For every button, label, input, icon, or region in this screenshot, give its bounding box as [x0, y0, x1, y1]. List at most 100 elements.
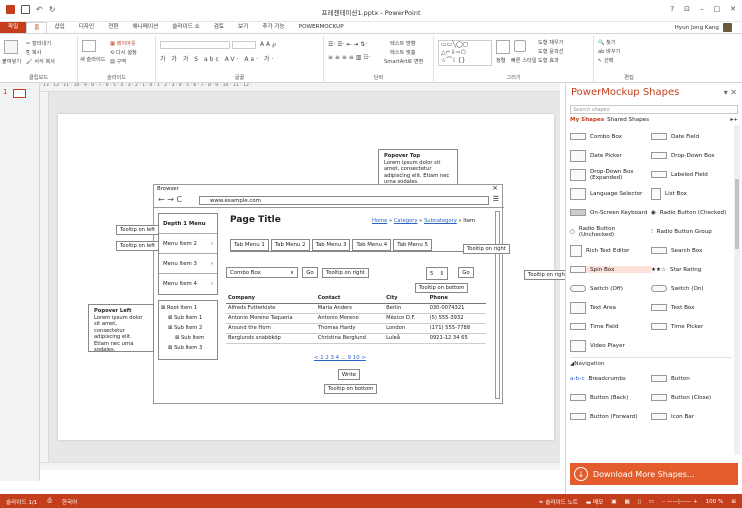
spellcheck-icon[interactable]: ⎙: [47, 498, 51, 506]
shape-button-close[interactable]: Button (Close): [651, 394, 732, 401]
shape-search-box[interactable]: Search Box: [651, 247, 732, 254]
tab-slideshow[interactable]: 슬라이드 쇼: [165, 22, 207, 33]
pagination[interactable]: < 1 2 3 4 ... 9 10 >: [314, 355, 366, 361]
user-account[interactable]: Hyun Jong Kang: [675, 23, 732, 32]
tab-shared-shapes[interactable]: Shared Shapes: [607, 117, 649, 123]
shape-radio-unchecked[interactable]: ○ Radio Button (Unchecked): [570, 226, 651, 238]
tab-insert[interactable]: 삽입: [47, 22, 71, 33]
font-size-select[interactable]: [232, 41, 256, 49]
shape-spin-box[interactable]: Spin Box: [570, 266, 651, 273]
address-bar[interactable]: www.example.com: [199, 196, 489, 205]
paste-icon[interactable]: [4, 40, 18, 54]
tab-menu-4[interactable]: Tab Menu 4: [352, 239, 392, 251]
shape-combo-box[interactable]: Combo Box: [570, 133, 651, 140]
section-button[interactable]: ▤ 구역: [110, 58, 126, 65]
maximize-button[interactable]: □: [714, 5, 721, 13]
shape-switch-off[interactable]: Switch (Off): [570, 285, 651, 292]
shape-time-field[interactable]: Time Field: [570, 323, 651, 330]
browser-nav-icons[interactable]: ← → C: [158, 195, 182, 204]
tab-file[interactable]: 파일: [0, 22, 27, 33]
find-button[interactable]: 🔍 찾기: [598, 39, 616, 46]
download-more-button[interactable]: ↓ Download More Shapes...: [570, 463, 738, 485]
shape-time-picker[interactable]: Time Picker: [651, 323, 732, 330]
menu-icon[interactable]: ☰: [493, 195, 499, 203]
close-button[interactable]: ✕: [730, 5, 736, 13]
breadcrumb-home[interactable]: Home: [372, 218, 387, 224]
shape-dropdown-expanded[interactable]: Drop-Down Box (Expanded): [570, 168, 651, 181]
shape-breadcrumbs[interactable]: a›b›c Breadcrumbs: [570, 376, 651, 382]
menu-item-2[interactable]: Menu Item 2 ›: [159, 234, 217, 254]
browser-scrollbar[interactable]: [495, 211, 500, 399]
help-icon[interactable]: ?: [670, 5, 674, 13]
reset-button[interactable]: ⟲ 다시 설정: [110, 49, 137, 56]
fit-slide-icon[interactable]: ⊞: [731, 499, 736, 505]
tab-addins[interactable]: 추가 기능: [255, 22, 291, 33]
go-button-2[interactable]: Go: [458, 267, 474, 278]
shape-outline-button[interactable]: 도형 윤곽선: [538, 48, 564, 55]
shapes-gallery[interactable]: ▭▭╲◯▢ △⌐⇩⇨⬠ ☆⌒☾{}: [438, 40, 492, 66]
slide[interactable]: Popover Top Lorem ipsum dolor sit amet, …: [58, 114, 571, 440]
text-direction-button[interactable]: 텍스트 방향: [390, 40, 416, 47]
tree-sub3[interactable]: ⊠ Sub Item 3: [161, 343, 215, 353]
minimize-button[interactable]: –: [700, 5, 704, 13]
copy-button[interactable]: ⎘ 복사: [26, 49, 41, 57]
shape-star-rating[interactable]: ★★☆ Star Rating: [651, 267, 732, 273]
font-name-select[interactable]: [160, 41, 230, 49]
shape-text-box[interactable]: Text Box: [651, 304, 732, 311]
shape-video-player[interactable]: Video Player: [570, 339, 651, 352]
shape-labeled-field[interactable]: Labeled Field: [651, 171, 732, 178]
layout-button[interactable]: ▦ 레이아웃: [110, 40, 136, 47]
zoom-level[interactable]: 100 %: [706, 499, 724, 505]
tab-menu-1[interactable]: Tab Menu 1: [230, 239, 269, 251]
font-style-buttons[interactable]: 가 가 가 S abc AV· Aa· 가·: [160, 54, 275, 63]
comments-button[interactable]: ▬ 메모: [586, 498, 603, 506]
shape-radio-group[interactable]: ⁝ Radio Button Group: [651, 229, 732, 235]
cut-button[interactable]: ✂ 잘라내기: [26, 40, 51, 47]
tab-menu-5[interactable]: Tab Menu 5: [393, 239, 432, 251]
tab-transitions[interactable]: 전환: [101, 22, 125, 33]
tab-design[interactable]: 디자인: [72, 22, 101, 33]
shape-button-forward[interactable]: Button (Forward): [570, 413, 651, 420]
shape-radio-checked[interactable]: ◉ Radio Button (Checked): [651, 210, 732, 216]
tab-view[interactable]: 보기: [231, 22, 255, 33]
table-row[interactable]: Antonio Moreno Taquería Antonio Moreno Méx…: [226, 313, 486, 324]
paste-button[interactable]: 붙여넣기: [2, 58, 21, 65]
list-buttons[interactable]: ☰· ☰· ⇤ ⇥ ⇅·: [328, 41, 367, 48]
tab-home[interactable]: 홈: [26, 22, 48, 33]
quick-styles-icon[interactable]: [514, 40, 526, 52]
panel-close-icon[interactable]: ▾ ✕: [724, 88, 737, 97]
normal-view-icon[interactable]: ▣: [611, 499, 616, 505]
tree-root[interactable]: ⊠ Root Item 1: [161, 303, 215, 313]
panel-expand-icon[interactable]: ▸+: [731, 117, 739, 123]
section-navigation[interactable]: ◢ Navigation: [570, 357, 732, 369]
shape-date-field[interactable]: Date Field: [651, 133, 732, 140]
menu-item-4[interactable]: Menu Item 4 ›: [159, 274, 217, 294]
shape-switch-on[interactable]: Switch (On): [651, 285, 732, 292]
breadcrumb-subcategory[interactable]: Subcategory: [424, 218, 457, 224]
align-text-button[interactable]: 텍스트 맞춤: [390, 49, 416, 56]
tree-sub1[interactable]: ⊠ Sub Item 1: [161, 313, 215, 323]
tab-menu-2[interactable]: Tab Menu 2: [270, 239, 310, 251]
table-row[interactable]: Berglunds snabbköp Christina Berglund Lule…: [226, 333, 486, 344]
breadcrumb-category[interactable]: Category: [394, 218, 418, 224]
table-row[interactable]: Around the Horn Thomas Hardy London (171) 5…: [226, 323, 486, 334]
tab-menu-3[interactable]: Tab Menu 3: [311, 239, 351, 251]
tab-powermockup[interactable]: POWERMOCKUP: [292, 22, 351, 33]
slide-thumbnail[interactable]: [13, 89, 26, 98]
shape-language-selector[interactable]: Language Selector: [570, 187, 651, 200]
replace-button[interactable]: ab 바꾸기: [598, 48, 620, 55]
reading-view-icon[interactable]: ▯: [638, 499, 641, 505]
arrange-icon[interactable]: [496, 40, 510, 54]
language-indicator[interactable]: 한국어: [62, 498, 77, 506]
tree-sub2[interactable]: ⊠ Sub Item 2: [161, 323, 215, 333]
shape-button-back[interactable]: Button (Back): [570, 394, 651, 401]
slide-sorter-icon[interactable]: ▦: [625, 499, 630, 505]
new-slide-button[interactable]: 새 슬라이드: [80, 56, 106, 63]
shape-search-input[interactable]: Search shapes: [570, 105, 738, 114]
tab-animations[interactable]: 애니메이션: [126, 22, 166, 33]
shape-text-area[interactable]: Text Area: [570, 301, 651, 314]
slideshow-icon[interactable]: ▭: [649, 499, 654, 505]
browser-close-icon[interactable]: ×: [492, 184, 498, 192]
zoom-slider[interactable]: – ——|—— +: [662, 499, 697, 505]
ribbon-display-icon[interactable]: ⊡: [684, 5, 690, 13]
